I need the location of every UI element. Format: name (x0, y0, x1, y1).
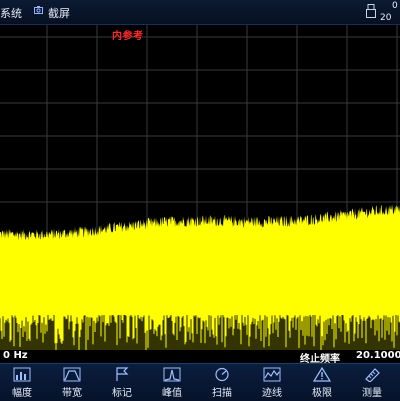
bandwidth-icon (63, 367, 81, 382)
marker-flag-icon (116, 367, 129, 381)
screenshot-label: 截屏 (48, 7, 70, 20)
sweep-button[interactable]: 扫描 (200, 364, 250, 401)
peak-label: 峰值 (162, 388, 182, 399)
amplitude-button[interactable]: 幅度 (0, 364, 50, 401)
clock-time: 0 (392, 1, 398, 11)
reference-indicator: 内参考 (112, 31, 144, 42)
amplitude-icon (13, 367, 31, 382)
bandwidth-label: 带宽 (62, 388, 82, 399)
trace-button[interactable]: 迹线 (250, 364, 300, 401)
measure-label: 测量 (362, 388, 382, 399)
camera-icon (34, 6, 43, 14)
measure-button[interactable]: 测量 (350, 364, 400, 401)
spectrum-plot[interactable] (0, 25, 400, 350)
measure-icon (365, 368, 380, 382)
trace-label: 迹线 (262, 388, 282, 399)
top-status-bar: 系统 截屏 0 20 (0, 0, 400, 25)
usb-icon (366, 4, 376, 18)
peak-button[interactable]: 峰值 (150, 364, 200, 401)
amplitude-label: 幅度 (12, 388, 32, 399)
peak-icon (163, 367, 181, 382)
sweep-icon (215, 367, 229, 382)
bandwidth-button[interactable]: 带宽 (50, 364, 100, 401)
marker-button[interactable]: 标记 (100, 364, 150, 401)
sweep-label: 扫描 (212, 388, 232, 399)
limit-button[interactable]: 极限 (300, 364, 350, 401)
start-frequency: 0 Hz (3, 350, 28, 361)
system-menu-button[interactable]: 系统 (0, 5, 22, 21)
limit-label: 极限 (312, 388, 332, 399)
clock-date: 20 (380, 13, 392, 23)
limit-icon (313, 367, 331, 382)
function-menu-bar: 幅度 带宽 标记 峰值 扫描 迹线 极限 测量 (0, 363, 400, 401)
frequency-bar: 0 Hz 终止频率 20.100000 (0, 350, 400, 365)
marker-label: 标记 (112, 388, 132, 399)
trace-icon (263, 367, 281, 382)
stop-frequency-value[interactable]: 20.100000 (356, 350, 400, 361)
